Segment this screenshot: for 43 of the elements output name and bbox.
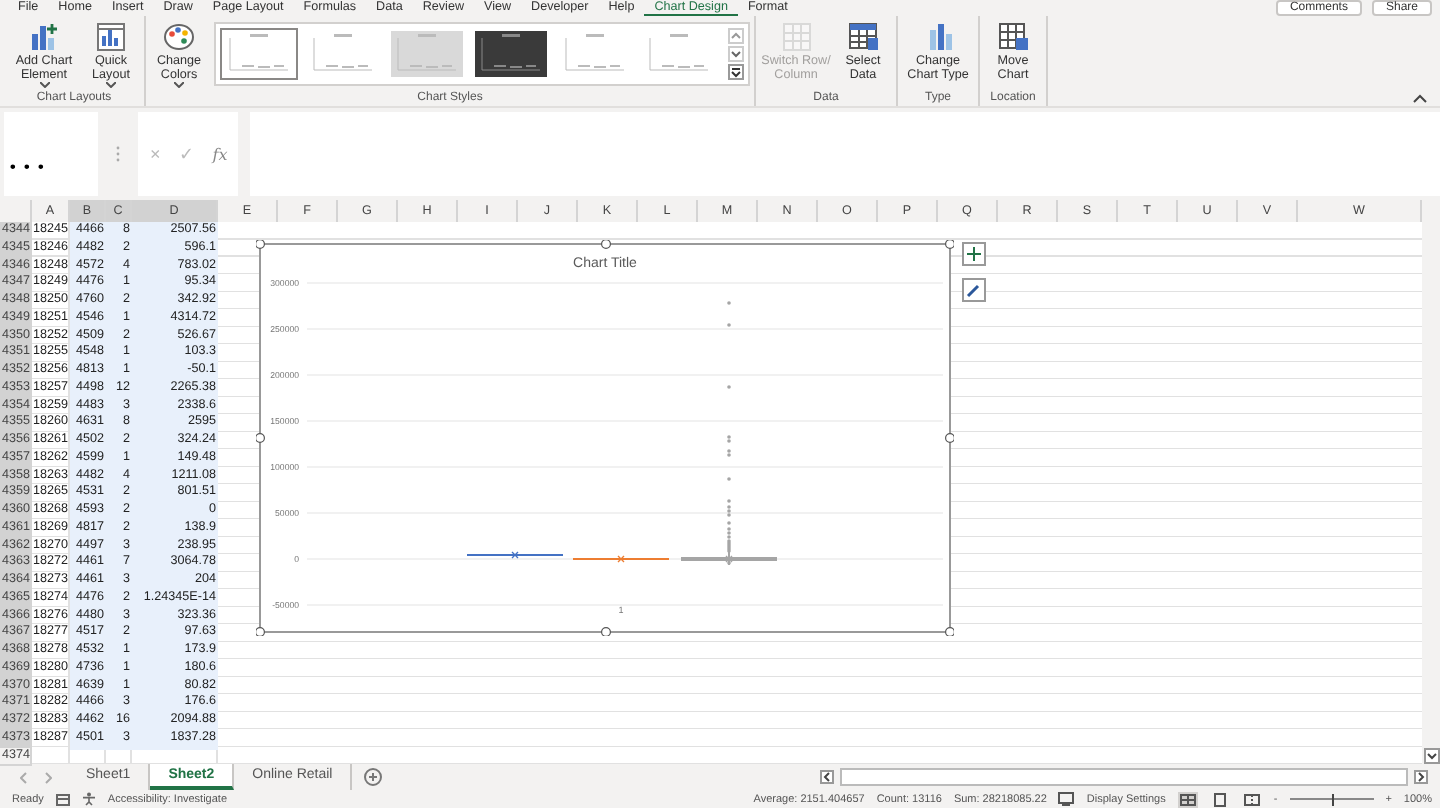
add-element-button[interactable] xyxy=(962,242,986,266)
scroll-left-icon[interactable] xyxy=(820,770,834,784)
page-break-view-button[interactable] xyxy=(1241,791,1262,807)
collapse-ribbon-icon[interactable] xyxy=(1412,94,1428,104)
page-layout-view-button[interactable] xyxy=(1209,791,1230,807)
resize-handle[interactable] xyxy=(944,239,953,248)
accessibility-icon[interactable] xyxy=(81,792,96,806)
caret-icon xyxy=(106,82,116,88)
scroll-up-icon[interactable] xyxy=(728,28,744,44)
resize-handle[interactable] xyxy=(600,239,610,248)
caret-icon xyxy=(174,82,184,88)
display-icon[interactable] xyxy=(1058,792,1075,806)
drag-handle-icon xyxy=(116,146,120,162)
new-sheet-button[interactable] xyxy=(364,768,383,786)
brush-icon[interactable] xyxy=(962,278,986,302)
table-icon xyxy=(846,20,880,54)
resize-handle[interactable] xyxy=(255,239,264,248)
resize-handle[interactable] xyxy=(600,626,610,635)
chart-style-thumbnail[interactable] xyxy=(388,28,466,80)
chart-style-thumbnail[interactable] xyxy=(472,28,550,80)
quick-layout-icon xyxy=(94,20,128,54)
resize-handle[interactable] xyxy=(944,626,953,635)
palette-icon xyxy=(162,20,196,54)
resize-handle[interactable] xyxy=(255,432,264,442)
insert-function-button[interactable]: fx xyxy=(212,145,228,163)
chart-style-thumbnail[interactable] xyxy=(220,28,298,80)
normal-view-button[interactable] xyxy=(1177,791,1198,807)
macro-record-icon[interactable] xyxy=(55,793,70,805)
scroll-right-icon[interactable] xyxy=(1414,770,1428,784)
resize-handle[interactable] xyxy=(255,626,264,635)
scroll-down-icon[interactable] xyxy=(1423,748,1439,764)
name-box[interactable]: • • • xyxy=(4,112,98,196)
scroll-down-icon[interactable] xyxy=(728,46,744,62)
vertical-scrollbar[interactable] xyxy=(1422,200,1440,764)
caret-icon xyxy=(39,82,49,88)
box-plot[interactable] xyxy=(571,554,669,562)
more-styles-icon[interactable] xyxy=(728,64,744,80)
resize-handle[interactable] xyxy=(944,432,953,442)
horizontal-scrollbar[interactable] xyxy=(840,768,1408,786)
box-plot[interactable] xyxy=(465,550,563,558)
table-chart-icon xyxy=(996,20,1030,54)
add-chart-element-icon xyxy=(27,20,61,54)
table-icon xyxy=(779,20,813,54)
